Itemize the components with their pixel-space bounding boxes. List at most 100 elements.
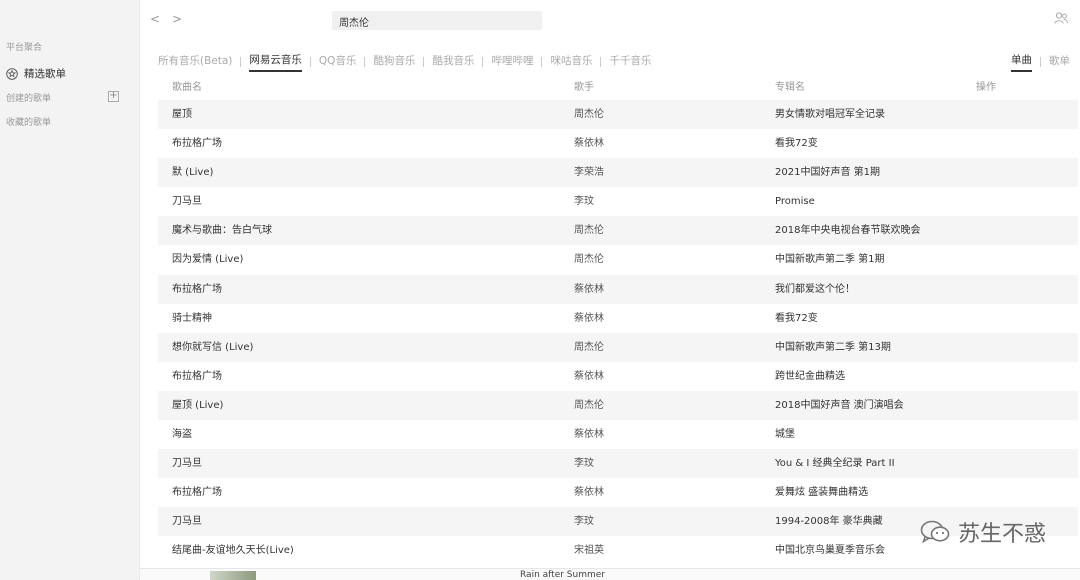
divider: [541, 57, 543, 67]
table-row[interactable]: 因为爱情 (Live) 周杰伦 中国新歌声第二季 第1期: [158, 245, 1078, 274]
tab-source-7[interactable]: 千千音乐: [609, 53, 651, 71]
song-title[interactable]: 布拉格广场: [172, 362, 222, 391]
album-name: 看我72变: [775, 312, 818, 324]
column-header-artist: 歌手: [574, 82, 594, 93]
tab-source-2[interactable]: QQ音乐: [319, 53, 357, 71]
divider: [600, 57, 602, 67]
artist-name[interactable]: 李玟: [574, 187, 594, 216]
sidebar-section-created: 创建的歌单: [6, 94, 52, 104]
song-title[interactable]: 布拉格广场: [172, 129, 222, 158]
album-name: 跨世纪金曲精选: [775, 370, 845, 382]
artist-name[interactable]: 蔡依林: [574, 275, 604, 304]
song-title[interactable]: 海盗: [172, 420, 192, 449]
table-row[interactable]: 魔术与歌曲：告白气球 周杰伦 2018年中央电视台春节联欢晚会: [158, 216, 1078, 246]
user-icon[interactable]: [1054, 12, 1068, 24]
song-title[interactable]: 屋顶 (Live): [172, 391, 223, 420]
sidebar-section-collected: 收藏的歌单: [6, 118, 52, 128]
song-title[interactable]: 想你就写信 (Live): [172, 333, 253, 362]
wechat-icon: [920, 520, 950, 544]
sidebar-section-platform: 平台聚合: [6, 43, 43, 53]
album-name: 中国北京鸟巢夏季音乐会: [775, 545, 885, 557]
album-cover[interactable]: [210, 571, 256, 580]
artist-name[interactable]: 李玟: [574, 507, 594, 536]
artist-name[interactable]: 周杰伦: [574, 391, 604, 420]
tab-source-6[interactable]: 咪咕音乐: [550, 53, 592, 71]
artist-name[interactable]: 蔡依林: [574, 478, 604, 507]
album-name: 看我72变: [775, 138, 818, 150]
album-name: Promise: [775, 196, 815, 208]
album-name: 中国新歌声第二季 第1期: [775, 254, 885, 266]
album-name: You & I 经典全纪录 Part II: [775, 458, 895, 470]
song-title[interactable]: 结尾曲-友谊地久天长(Live): [172, 536, 294, 565]
song-title[interactable]: 布拉格广场: [172, 478, 222, 507]
tab-playlists[interactable]: 歌单: [1049, 53, 1070, 71]
artist-name[interactable]: 周杰伦: [574, 245, 604, 274]
artist-name[interactable]: 周杰伦: [574, 100, 604, 129]
album-name: 我们都爱这个伦！: [775, 283, 855, 295]
table-row[interactable]: 海盗 蔡依林 城堡: [158, 420, 1078, 449]
artist-name[interactable]: 李玟: [574, 449, 594, 478]
song-title[interactable]: 屋顶: [172, 100, 192, 129]
table-row[interactable]: 屋顶 (Live) 周杰伦 2018中国好声音 澳门演唱会: [158, 390, 1078, 421]
tab-source-1[interactable]: 网易云音乐: [249, 52, 302, 72]
table-row[interactable]: 屋顶 周杰伦 男女情歌对唱冠军全记录: [158, 100, 1078, 130]
song-title[interactable]: 刀马旦: [172, 187, 202, 216]
song-title[interactable]: 刀马旦: [172, 507, 202, 536]
song-title[interactable]: 刀马旦: [172, 449, 202, 478]
divider: [309, 57, 311, 67]
album-name: 中国新歌声第二季 第13期: [775, 341, 891, 353]
divider: [423, 57, 425, 67]
table-row[interactable]: 布拉格广场 蔡依林 爱舞炫 盛装舞曲精选: [158, 478, 1078, 507]
artist-name[interactable]: 蔡依林: [574, 420, 604, 449]
artist-name[interactable]: 蔡依林: [574, 362, 604, 391]
song-title[interactable]: 布拉格广场: [172, 275, 222, 304]
song-title[interactable]: 因为爱情 (Live): [172, 245, 243, 274]
artist-name[interactable]: 周杰伦: [574, 333, 604, 362]
artist-name[interactable]: 宋祖英: [574, 536, 604, 565]
watermark: 苏生不惑: [920, 516, 1046, 548]
divider: [1040, 57, 1041, 67]
column-header-song: 歌曲名: [172, 82, 202, 93]
song-title[interactable]: 默 (Live): [172, 158, 213, 187]
artist-name[interactable]: 李荣浩: [574, 158, 604, 187]
column-header-album: 专辑名: [775, 82, 805, 93]
album-name: 爱舞炫 盛装舞曲精选: [775, 487, 869, 499]
tab-source-5[interactable]: 哔哩哔哩: [491, 53, 533, 71]
table-row[interactable]: 刀马旦 李玟 You & I 经典全纪录 Part II: [158, 449, 1078, 479]
source-tabs: 所有音乐(Beta) 网易云音乐 QQ音乐 酷狗音乐 酷我音乐 哔哩哔哩 咪咕音乐 千千音乐: [158, 52, 651, 72]
watermark-text: 苏生不惑: [957, 522, 1046, 547]
divider: [240, 57, 242, 67]
artist-name[interactable]: 蔡依林: [574, 129, 604, 158]
sidebar-item-label: 精选歌单: [24, 68, 66, 80]
table-row[interactable]: 刀马旦 李玟 Promise: [158, 187, 1078, 216]
table-row[interactable]: 默 (Live) 李荣浩 2021中国好声音 第1期: [158, 158, 1078, 188]
tab-source-0[interactable]: 所有音乐(Beta): [158, 53, 232, 71]
table-row[interactable]: 骑士精神 蔡依林 看我72变: [158, 304, 1078, 333]
song-list: 屋顶 周杰伦 男女情歌对唱冠军全记录 布拉格广场 蔡依林 看我72变默 (Live) 李荣浩…: [158, 100, 1078, 566]
back-button[interactable]: <: [150, 12, 160, 26]
top-bar: < > 周杰伦: [140, 0, 1080, 40]
sidebar-item-featured-playlists[interactable]: 精选歌单: [6, 66, 66, 81]
table-row[interactable]: 布拉格广场 蔡依林 我们都爱这个伦！: [158, 274, 1078, 304]
divider: [482, 57, 484, 67]
tab-single-songs[interactable]: 单曲: [1011, 52, 1032, 72]
table-row[interactable]: 想你就写信 (Live) 周杰伦 中国新歌声第二季 第13期: [158, 332, 1078, 362]
table-row[interactable]: 布拉格广场 蔡依林 跨世纪金曲精选: [158, 362, 1078, 391]
add-playlist-button[interactable]: +: [108, 91, 119, 102]
tab-source-4[interactable]: 酷我音乐: [432, 53, 474, 71]
forward-button[interactable]: >: [172, 12, 182, 26]
artist-name[interactable]: 周杰伦: [574, 216, 604, 245]
mode-tabs: 单曲 歌单: [1011, 52, 1070, 72]
table-row[interactable]: 布拉格广场 蔡依林 看我72变: [158, 129, 1078, 158]
album-name: 男女情歌对唱冠军全记录: [775, 109, 885, 120]
song-title[interactable]: 魔术与歌曲：告白气球: [172, 216, 272, 245]
now-playing-title: Rain after Summer: [520, 570, 605, 580]
column-header-action: 操作: [976, 82, 996, 93]
table-header: 歌曲名 歌手 专辑名 操作: [158, 78, 1078, 98]
tab-source-3[interactable]: 酷狗音乐: [373, 53, 415, 71]
divider: [364, 57, 366, 67]
song-title[interactable]: 骑士精神: [172, 304, 212, 333]
search-input[interactable]: 周杰伦: [332, 11, 542, 30]
album-name: 1994-2008年 豪华典藏: [775, 516, 883, 528]
artist-name[interactable]: 蔡依林: [574, 304, 604, 333]
